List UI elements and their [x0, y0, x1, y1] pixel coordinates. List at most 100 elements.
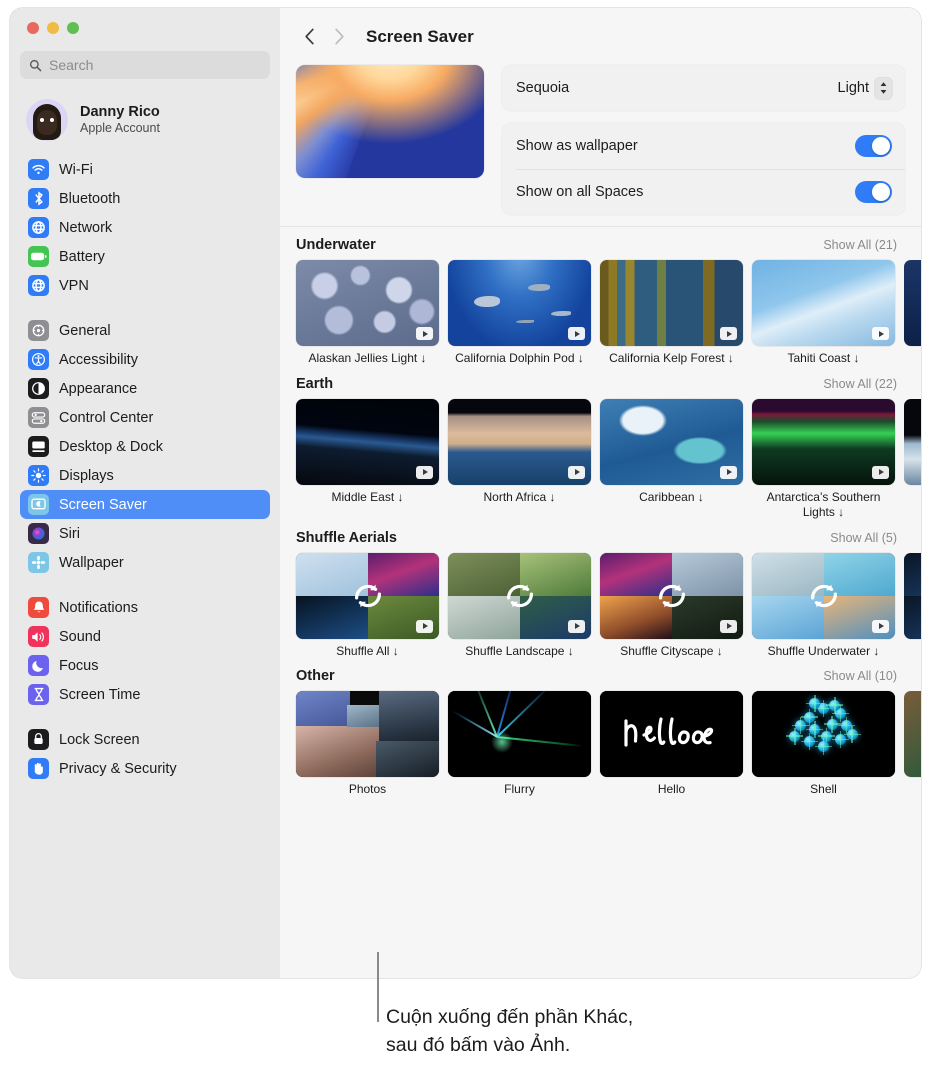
thumbnail-image[interactable] [904, 552, 921, 639]
close-button[interactable] [27, 22, 39, 34]
apple-account-row[interactable]: Danny Rico Apple Account [20, 95, 270, 145]
thumbnail-image[interactable] [600, 691, 743, 778]
screen-saver-preview[interactable] [296, 65, 484, 178]
search-placeholder: Search [49, 57, 94, 73]
thumbnail-image[interactable] [296, 260, 439, 346]
forward-button[interactable] [326, 24, 352, 50]
wallpaper-card: Sequoia Light [502, 65, 905, 111]
show-all-link[interactable]: Show All (5) [830, 531, 897, 545]
screen-saver-tile[interactable]: California Dolphin Pod ↓ [448, 260, 591, 367]
screen-saver-tile[interactable]: Shuffle Cityscape ↓ [600, 552, 743, 660]
sidebar-item-displays[interactable]: Displays [20, 461, 270, 490]
screen-saver-tile[interactable]: Antarctica’s Southern Lights ↓ [752, 398, 895, 521]
sidebar-item-focus[interactable]: Focus [20, 651, 270, 680]
vpn-globe-icon [28, 275, 49, 296]
thumbnail-image[interactable] [600, 260, 743, 346]
thumbnail-image[interactable] [600, 552, 743, 639]
screen-saver-tile[interactable]: Shuffle Landscape ↓ [448, 552, 591, 660]
thumbnail-image[interactable] [296, 691, 439, 778]
thumbnail-image[interactable] [296, 398, 439, 485]
detail-pane: Screen Saver Sequoia Light Show as wallp… [280, 8, 921, 978]
thumbnail-image[interactable] [752, 552, 895, 639]
thumbnail-image[interactable] [600, 398, 743, 485]
screen-saver-tile[interactable]: Shuffle Underwater ↓ [752, 552, 895, 660]
sidebar-item-screen-saver[interactable]: Screen Saver [20, 490, 270, 519]
thumbnail-image[interactable] [752, 691, 895, 778]
sidebar-item-lock-screen[interactable]: Lock Screen [20, 725, 270, 754]
sidebar-item-notifications[interactable]: Notifications [20, 593, 270, 622]
shuffle-icon [506, 584, 533, 608]
screen-saver-tile[interactable]: Alaskan Jellies Light ↓ [296, 260, 439, 367]
account-subtitle: Apple Account [80, 121, 160, 136]
screen-saver-tile[interactable]: Tahiti Coast ↓ [752, 260, 895, 367]
appearance-popup-button[interactable]: Light [838, 77, 892, 99]
screen-saver-tile[interactable]: Shuffle All ↓ [296, 552, 439, 660]
sidebar-item-control-center[interactable]: Control Center [20, 403, 270, 432]
screen-saver-tile[interactable] [904, 260, 921, 367]
show-on-all-spaces-toggle[interactable] [855, 181, 892, 203]
sidebar-item-label: Screen Saver [59, 496, 147, 513]
sidebar-item-bluetooth[interactable]: Bluetooth [20, 184, 270, 213]
thumbnail-image[interactable] [752, 260, 895, 346]
thumbnail-image[interactable] [448, 398, 591, 485]
thumbnail-label: California Kelp Forest ↓ [609, 351, 734, 365]
sidebar-item-general[interactable]: General [20, 316, 270, 345]
section-header: Underwater Show All (21) [296, 237, 921, 253]
sidebar-item-wi-fi[interactable]: Wi-Fi [20, 155, 270, 184]
minimize-button[interactable] [47, 22, 59, 34]
thumbnail-label: Antarctica’s Southern Lights ↓ [766, 489, 881, 520]
screen-saver-tile[interactable]: Caribbean ↓ [600, 398, 743, 521]
thumbnail-image[interactable] [448, 552, 591, 639]
screen-saver-tile[interactable] [904, 691, 921, 798]
back-button[interactable] [296, 24, 322, 50]
sidebar-item-label: VPN [59, 277, 89, 294]
sidebar-item-screen-time[interactable]: Screen Time [20, 680, 270, 709]
search-field[interactable]: Search [20, 51, 270, 79]
gear-icon [28, 320, 49, 341]
thumbnail-image[interactable] [448, 691, 591, 778]
screen-saver-tile[interactable] [904, 552, 921, 660]
show-as-wallpaper-toggle[interactable] [855, 135, 892, 157]
thumbnail-image[interactable] [904, 398, 921, 485]
sidebar-item-sound[interactable]: Sound [20, 622, 270, 651]
screen-saver-tile[interactable]: North Africa ↓ [448, 398, 591, 521]
screen-saver-tile[interactable] [904, 398, 921, 521]
thumbnail-image[interactable] [904, 260, 921, 346]
play-badge-icon [872, 327, 889, 340]
show-all-link[interactable]: Show All (21) [823, 238, 897, 252]
sidebar-item-vpn[interactable]: VPN [20, 271, 270, 300]
zoom-button[interactable] [67, 22, 79, 34]
screen-saver-tile[interactable]: Hello [600, 691, 743, 798]
thumbnail-label: Hello [657, 782, 686, 797]
sidebar-item-privacy-security[interactable]: Privacy & Security [20, 754, 270, 783]
show-all-link[interactable]: Show All (22) [823, 377, 897, 391]
sidebar-item-appearance[interactable]: Appearance [20, 374, 270, 403]
sidebar-item-siri[interactable]: Siri [20, 519, 270, 548]
avatar [26, 99, 68, 141]
show-on-all-spaces-row: Show on all Spaces [502, 169, 905, 215]
screen-saver-tile[interactable]: Flurry [448, 691, 591, 798]
screen-saver-tile[interactable]: Photos [296, 691, 439, 798]
sidebar-item-network[interactable]: Network [20, 213, 270, 242]
sidebar-item-wallpaper[interactable]: Wallpaper [20, 548, 270, 577]
thumbnail-image[interactable] [752, 398, 895, 485]
screen-saver-tile[interactable]: Shell [752, 691, 895, 798]
thumbnail-row: Alaskan Jellies Light ↓ California Dolphi… [296, 260, 921, 367]
thumbnail-image[interactable] [296, 552, 439, 639]
thumbnail-image[interactable] [448, 260, 591, 346]
screen-saver-tile[interactable]: Middle East ↓ [296, 398, 439, 521]
show-all-link[interactable]: Show All (10) [823, 669, 897, 683]
accessibility-icon [28, 349, 49, 370]
sidebar-item-desktop-dock[interactable]: Desktop & Dock [20, 432, 270, 461]
screen-saver-tile[interactable]: California Kelp Forest ↓ [600, 260, 743, 367]
thumbnail-image[interactable] [904, 691, 921, 778]
sidebar-item-battery[interactable]: Battery [20, 242, 270, 271]
sequoia-row: Sequoia Light [502, 65, 905, 111]
thumbnail-label: Caribbean ↓ [639, 489, 704, 504]
sidebar-group-0: Wi-Fi Bluetooth Network Battery VPN [20, 155, 270, 300]
window-controls [20, 8, 270, 34]
show-on-all-spaces-label: Show on all Spaces [516, 184, 644, 200]
sidebar-item-accessibility[interactable]: Accessibility [20, 345, 270, 374]
play-badge-icon [416, 619, 433, 633]
sidebar-item-label: Screen Time [59, 686, 141, 703]
